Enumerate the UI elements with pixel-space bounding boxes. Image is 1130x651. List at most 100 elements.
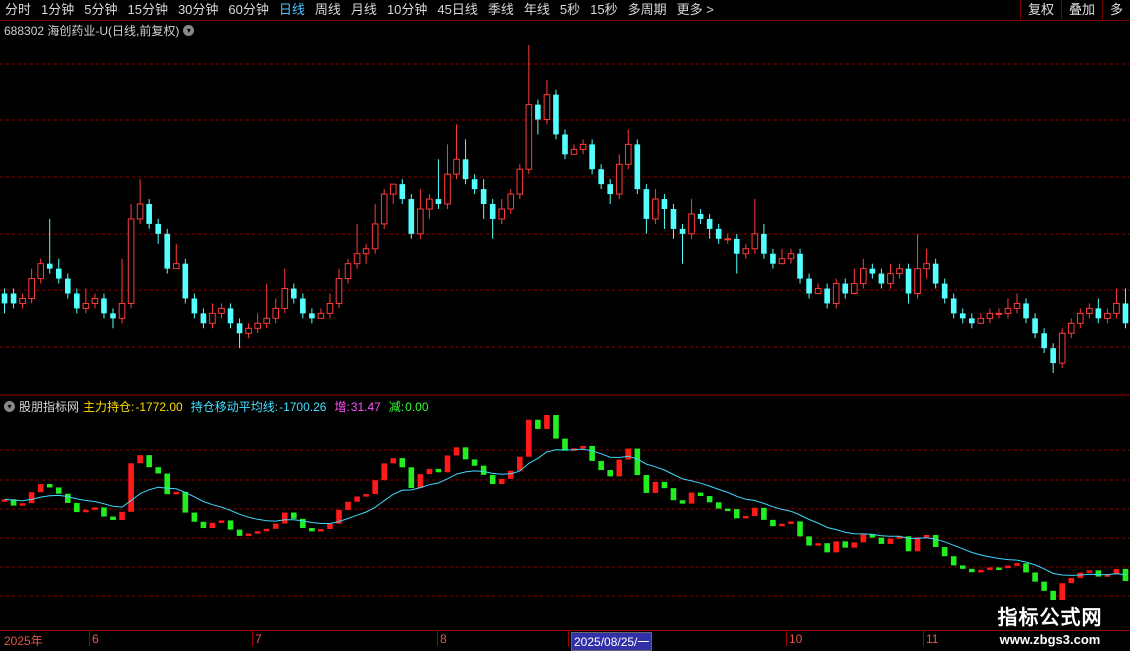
indicator-bar bbox=[435, 468, 442, 473]
indicator-bar bbox=[37, 484, 44, 493]
candle-body bbox=[362, 248, 370, 255]
indicator-bar bbox=[28, 492, 35, 504]
candle-body bbox=[37, 263, 44, 280]
indicator-bar bbox=[806, 536, 812, 546]
indicator-bar bbox=[661, 481, 668, 489]
candle-body bbox=[1032, 318, 1038, 334]
main-value: -1772.00 bbox=[135, 399, 183, 414]
indicator-bar bbox=[833, 541, 840, 553]
candle-body bbox=[1095, 308, 1102, 319]
indicator-bar bbox=[860, 534, 867, 543]
candle-body bbox=[172, 263, 180, 270]
candle-body bbox=[643, 189, 650, 219]
indicator-bar bbox=[489, 474, 496, 485]
indicator-bar bbox=[110, 516, 116, 520]
candle-body bbox=[127, 218, 135, 304]
watermark-title: 指标公式网 bbox=[997, 605, 1103, 629]
chevron-down-icon[interactable]: ▾ bbox=[183, 25, 195, 36]
indicator-bar bbox=[643, 475, 650, 493]
candle-body bbox=[371, 223, 379, 250]
indicator-bar bbox=[670, 488, 677, 501]
position-ma-line bbox=[4, 448, 1126, 576]
indicator-bar bbox=[92, 507, 98, 510]
time-axis: 2025年 6 7 8 2025/08/25/一 10 11 bbox=[0, 630, 1130, 651]
candle-body bbox=[408, 199, 415, 234]
candle-body bbox=[697, 213, 704, 219]
candle-body bbox=[607, 184, 614, 195]
candle-body bbox=[624, 143, 632, 165]
indicator-bar bbox=[164, 473, 171, 495]
candle-body bbox=[914, 268, 921, 295]
candle-body bbox=[389, 183, 397, 195]
axis-tick bbox=[252, 631, 253, 646]
candle-body bbox=[941, 283, 948, 299]
candle-body bbox=[1058, 332, 1066, 364]
candle-body bbox=[589, 144, 595, 170]
candle-body bbox=[797, 253, 803, 279]
indicator-bar bbox=[480, 465, 487, 475]
indicator-bar bbox=[932, 534, 939, 548]
candle-body bbox=[516, 168, 524, 195]
indicator-bar bbox=[281, 512, 288, 524]
candle-body bbox=[344, 263, 352, 280]
candle-body bbox=[968, 318, 975, 324]
candle-body bbox=[887, 273, 894, 285]
candle-body bbox=[1041, 333, 1047, 349]
dec-value: 0.00 bbox=[405, 399, 429, 414]
candle-body bbox=[562, 134, 568, 155]
indicator-bar bbox=[887, 538, 894, 544]
indicator-bar bbox=[634, 448, 641, 476]
axis-label: 11 bbox=[926, 632, 939, 646]
price-candles bbox=[1, 44, 1129, 374]
candle-body bbox=[182, 263, 189, 299]
indicator-bar bbox=[1095, 570, 1102, 577]
indicator-bar bbox=[679, 500, 686, 504]
candle-body bbox=[652, 198, 659, 220]
indicator-bar bbox=[318, 529, 324, 532]
candle-body bbox=[300, 298, 306, 314]
candle-body bbox=[986, 312, 994, 319]
candle-body bbox=[950, 298, 957, 314]
indicator-bar bbox=[74, 502, 80, 513]
indicator-bar bbox=[625, 448, 632, 460]
axis-tick bbox=[89, 631, 90, 646]
candle-body bbox=[55, 268, 62, 279]
candle-body bbox=[598, 169, 604, 185]
chevron-down-icon[interactable]: ▾ bbox=[4, 401, 15, 412]
indicator-bar bbox=[959, 565, 966, 569]
dec-label: 减: bbox=[388, 400, 405, 414]
ma-label: 持仓移动平均线: bbox=[190, 400, 279, 414]
axis-tick bbox=[568, 631, 569, 646]
candle-body bbox=[507, 193, 515, 210]
inc-value: 31.47 bbox=[350, 399, 381, 414]
candle-body bbox=[778, 258, 786, 265]
candle-body bbox=[661, 199, 668, 209]
axis-tick bbox=[786, 631, 787, 646]
candle-body bbox=[579, 143, 587, 150]
candle-body bbox=[905, 268, 912, 294]
candle-body bbox=[417, 208, 424, 235]
indicator-bar bbox=[1041, 581, 1047, 591]
candle-body bbox=[118, 302, 126, 319]
candle-body bbox=[444, 173, 451, 205]
candle-body bbox=[679, 228, 686, 234]
indicator-bar bbox=[914, 537, 921, 552]
candle-body bbox=[462, 159, 469, 180]
indicator-bar bbox=[462, 447, 469, 460]
candle-body bbox=[543, 94, 551, 121]
candle-body bbox=[236, 323, 243, 334]
indicator-bar bbox=[46, 484, 53, 488]
candle-body bbox=[896, 268, 903, 275]
candle-body bbox=[326, 302, 334, 314]
candle-body bbox=[309, 313, 315, 319]
indicator-bar bbox=[363, 494, 369, 497]
candle-body bbox=[1, 293, 8, 304]
axis-label: 6 bbox=[92, 632, 99, 646]
axis-label: 8 bbox=[440, 632, 447, 646]
indicator-bar bbox=[733, 509, 740, 519]
indicator-bar bbox=[842, 541, 849, 548]
indicator-bar bbox=[417, 474, 424, 489]
candle-body bbox=[136, 203, 144, 220]
candle-body bbox=[842, 283, 849, 294]
candle-body bbox=[553, 94, 559, 135]
